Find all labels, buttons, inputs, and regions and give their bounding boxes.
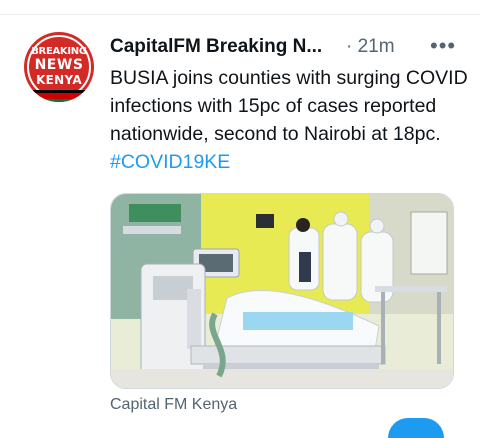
top-divider	[0, 14, 480, 15]
avatar-text-line-1: BREAKING	[31, 46, 87, 57]
avatar-text-line-2: NEWS	[34, 57, 84, 73]
hashtag-link[interactable]: #COVID19KE	[110, 151, 230, 173]
tweet-header: CapitalFM Breaking N... · 21m	[110, 34, 395, 60]
compose-button[interactable]	[388, 418, 444, 438]
tweet-body: BUSIA joins counties with surging COVID …	[110, 67, 468, 145]
media-source-label[interactable]: Capital FM Kenya	[110, 396, 237, 414]
more-options-icon[interactable]: •••	[430, 35, 456, 57]
tweet-text: BUSIA joins counties with surging COVID …	[110, 64, 470, 176]
author-name[interactable]: CapitalFM Breaking N...	[110, 36, 334, 58]
tweet-media-image[interactable]	[110, 193, 454, 389]
hospital-ward-photo	[111, 194, 453, 388]
kenya-flag-stripe	[24, 90, 94, 102]
tweet-timestamp[interactable]: · 21m	[346, 36, 395, 58]
avatar-text-line-3: KENYA	[36, 73, 82, 87]
author-avatar[interactable]: BREAKING NEWS KENYA	[24, 32, 94, 102]
